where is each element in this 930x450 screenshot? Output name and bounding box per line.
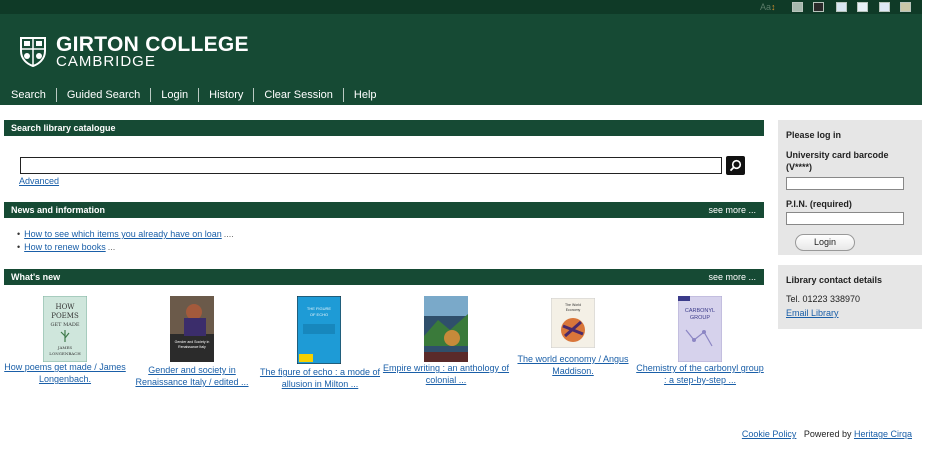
svg-text:Renaissance Italy: Renaissance Italy: [178, 345, 206, 349]
barcode-label: University card barcode (V****): [786, 150, 889, 172]
svg-text:LONGENBACH: LONGENBACH: [49, 351, 81, 356]
book-title-link[interactable]: The figure of echo : a mode of allusion …: [255, 366, 385, 390]
email-library-link[interactable]: Email Library: [786, 308, 914, 318]
news-item-link[interactable]: How to see which items you already have …: [24, 229, 222, 239]
news-item-ellipsis: ...: [107, 242, 116, 252]
barcode-input[interactable]: [786, 177, 904, 190]
news-section-title: News and information: [11, 205, 106, 215]
site-header: GIRTON COLLEGE CAMBRIDGE Search Guided S…: [0, 14, 922, 105]
whats-new-section-header: What's new see more ...: [4, 269, 764, 285]
main-navigation: Search Guided Search Login History Clear…: [0, 87, 387, 103]
svg-text:GROUP: GROUP: [690, 315, 711, 321]
bullet-icon: •: [17, 242, 21, 252]
nav-help[interactable]: Help: [344, 87, 387, 103]
text-size-arrow-icon: ↕: [771, 2, 776, 12]
nav-separator: [253, 88, 255, 102]
nav-separator: [342, 88, 344, 102]
nav-history[interactable]: History: [199, 87, 253, 103]
book-title-link[interactable]: Empire writing : an anthology of colonia…: [381, 362, 511, 386]
book-cover-image[interactable]: Gender and Society in Renaissance Italy: [170, 296, 214, 362]
theme-swatch-5[interactable]: [879, 2, 890, 12]
contact-panel-title: Library contact details: [786, 275, 883, 285]
svg-text:Gender and Society in: Gender and Society in: [175, 340, 210, 344]
nav-separator: [198, 88, 200, 102]
login-panel-title: Please log in: [786, 130, 842, 140]
nav-login[interactable]: Login: [151, 87, 198, 103]
book-title-link[interactable]: Gender and society in Renaissance Italy …: [127, 364, 257, 388]
whats-new-see-more-link[interactable]: see more ...: [708, 269, 756, 285]
nav-separator: [55, 88, 57, 102]
theme-swatch-2[interactable]: [813, 2, 824, 12]
page-footer: Cookie Policy Powered by Heritage Cirqa: [742, 429, 912, 439]
book-cover-image[interactable]: The World Economy: [551, 298, 595, 348]
heritage-cirqa-link[interactable]: Heritage Cirqa: [854, 429, 912, 439]
book-cover-image[interactable]: CARBONYL GROUP: [678, 296, 722, 362]
svg-text:CARBONYL: CARBONYL: [685, 308, 715, 314]
college-crest-icon: [20, 37, 46, 67]
catalogue-search-input[interactable]: [20, 157, 722, 174]
college-subtitle: CAMBRIDGE: [56, 53, 156, 70]
whats-new-section-title: What's new: [11, 272, 61, 282]
theme-swatch-4[interactable]: [857, 2, 868, 12]
news-item-ellipsis: ....: [223, 229, 234, 239]
nav-search[interactable]: Search: [0, 87, 56, 103]
nav-guided-search[interactable]: Guided Search: [57, 87, 150, 103]
svg-text:Economy: Economy: [566, 308, 581, 312]
magnifier-icon: [729, 159, 742, 172]
top-utility-bar: Aa↕: [0, 0, 922, 14]
text-size-label: Aa: [760, 2, 772, 12]
book-cover-image[interactable]: HOW POEMS GET MADE JAMES LONGENBACH: [43, 296, 87, 362]
svg-text:GET MADE: GET MADE: [51, 322, 80, 328]
book-cover-image[interactable]: [424, 296, 468, 362]
svg-text:The World: The World: [565, 303, 581, 307]
contact-panel: Library contact details Tel. 01223 33897…: [778, 265, 922, 329]
svg-text:POEMS: POEMS: [51, 312, 79, 320]
news-see-more-link[interactable]: see more ...: [708, 202, 756, 218]
search-button[interactable]: [726, 156, 745, 175]
theme-swatch-3[interactable]: [836, 2, 847, 12]
search-section-title: Search library catalogue: [11, 123, 116, 133]
book-title-link[interactable]: The world economy / Angus Maddison.: [508, 353, 638, 377]
contact-telephone: Tel. 01223 338970: [786, 294, 861, 304]
advanced-search-link[interactable]: Advanced: [19, 176, 59, 186]
news-list: • How to see which items you already have…: [17, 228, 234, 254]
login-panel: Please log in University card barcode (V…: [778, 120, 922, 255]
nav-clear-session[interactable]: Clear Session: [254, 87, 342, 103]
text-size-control[interactable]: Aa↕: [760, 0, 776, 14]
book-title-link[interactable]: How poems get made / James Longenbach.: [0, 361, 130, 385]
cookie-policy-link[interactable]: Cookie Policy: [742, 429, 797, 439]
svg-text:HOW: HOW: [55, 303, 75, 311]
news-item: • How to renew books...: [17, 241, 234, 254]
theme-swatch-1[interactable]: [792, 2, 803, 12]
powered-by-text: Powered by: [803, 429, 852, 439]
theme-swatch-6[interactable]: [900, 2, 911, 12]
book-title-link[interactable]: Chemistry of the carbonyl group : a step…: [635, 362, 765, 386]
svg-text:OF ECHO: OF ECHO: [310, 312, 328, 317]
pin-label: P.I.N. (required): [786, 199, 852, 209]
news-section-header: News and information see more ...: [4, 202, 764, 218]
pin-input[interactable]: [786, 212, 904, 225]
svg-text:THE FIGURE: THE FIGURE: [307, 306, 332, 311]
bullet-icon: •: [17, 229, 21, 239]
news-item: • How to see which items you already have…: [17, 228, 234, 241]
svg-text:JAMES: JAMES: [57, 345, 73, 350]
login-button[interactable]: Login: [795, 234, 855, 251]
nav-separator: [150, 88, 152, 102]
search-section-header: Search library catalogue: [4, 120, 764, 136]
news-item-link[interactable]: How to renew books: [24, 242, 106, 252]
book-cover-image[interactable]: THE FIGURE OF ECHO: [297, 296, 341, 364]
